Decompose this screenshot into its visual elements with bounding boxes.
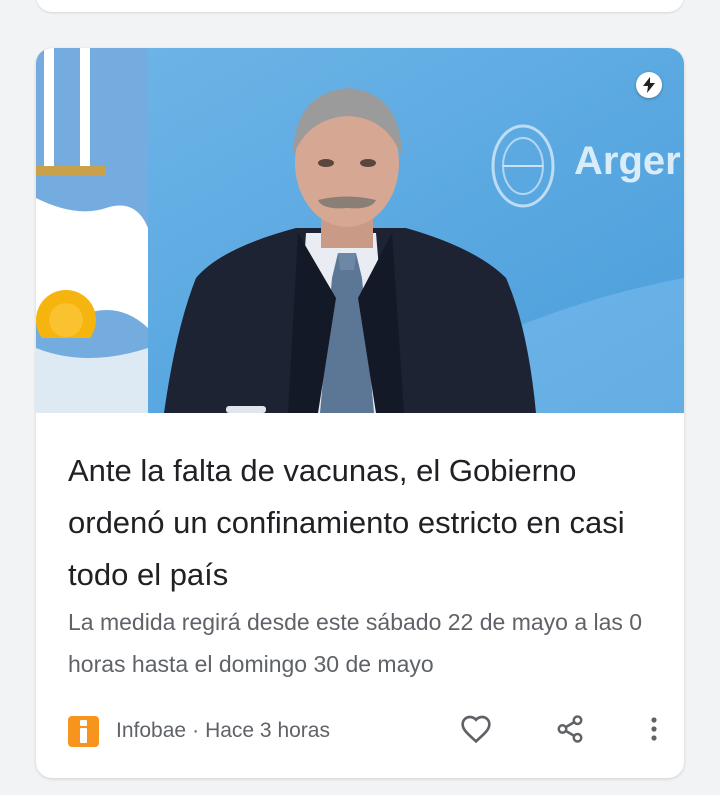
previous-card[interactable] (36, 0, 684, 12)
article-photo: Arger (36, 48, 684, 413)
share-icon (555, 714, 585, 749)
article-footer: Infobae · Hace 3 horas (68, 713, 658, 749)
infobae-logo-icon (68, 715, 99, 747)
article-title[interactable]: Ante la falta de vacunas, el Gobierno or… (68, 445, 658, 601)
amp-badge (636, 72, 662, 98)
more-options-button[interactable] (636, 713, 672, 749)
article-snippet: La medida regirá desde este sábado 22 de… (68, 609, 643, 677)
more-vert-icon (650, 716, 658, 747)
share-button[interactable] (552, 713, 588, 749)
amp-lightning-icon (642, 77, 656, 93)
backdrop-text: Arger (574, 139, 681, 183)
article-image[interactable]: Arger (36, 48, 684, 413)
news-card[interactable]: Arger Ante la falta de vacunas, el Gobie… (36, 48, 684, 778)
heart-icon (460, 714, 492, 749)
card-actions (428, 713, 668, 749)
meta-separator: · (192, 719, 200, 742)
source-name[interactable]: Infobae (116, 719, 186, 742)
publish-time: Hace 3 horas (205, 719, 330, 742)
like-button[interactable] (458, 713, 494, 749)
source-meta: Infobae · Hace 3 horas (116, 719, 330, 743)
